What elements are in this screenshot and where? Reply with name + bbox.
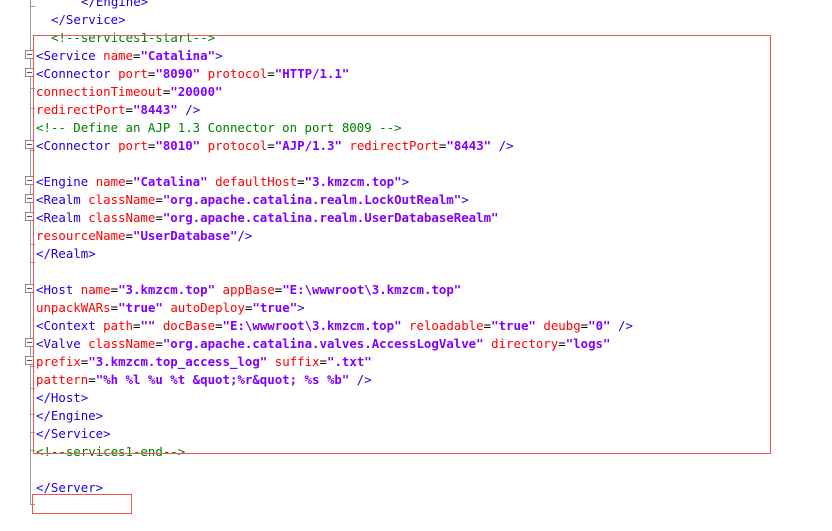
code-token: </Engine> (81, 0, 149, 9)
code-token: </Server> (36, 480, 104, 495)
code-token: </Service> (51, 12, 126, 27)
highlight-box-server-close (32, 494, 132, 514)
highlight-box-service (33, 35, 771, 454)
fold-end-marker (30, 6, 35, 7)
code-line: </Engine> (81, 0, 148, 11)
code-line: </Service> (51, 11, 126, 29)
line-gutter (0, 0, 22, 531)
